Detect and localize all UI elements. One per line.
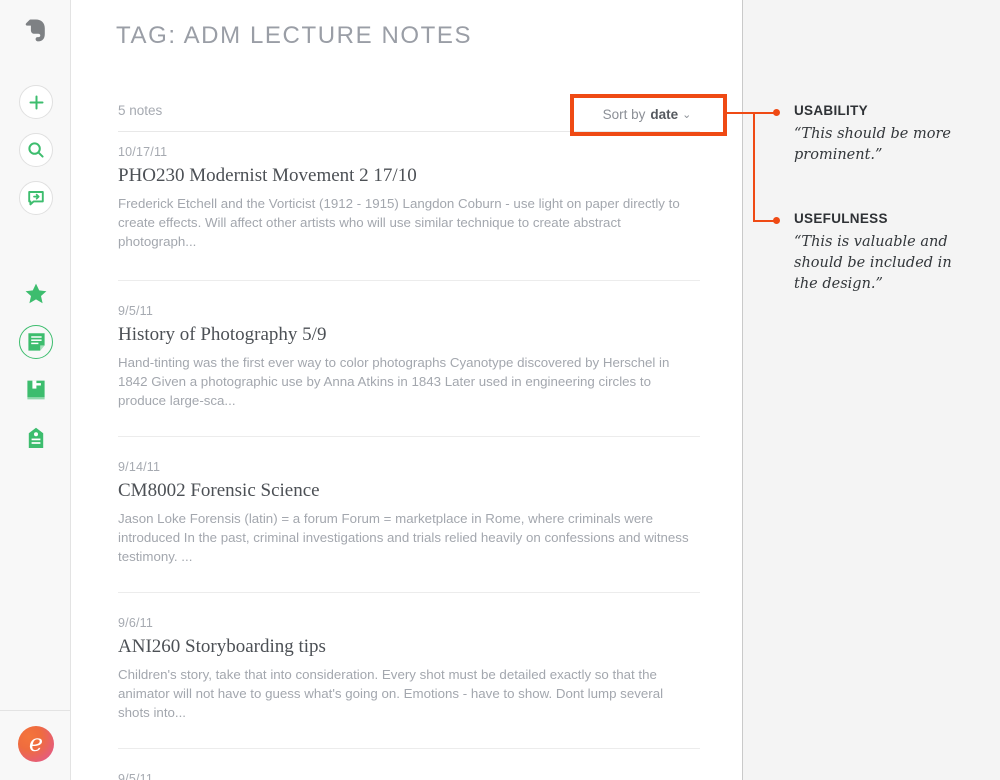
annotation-usefulness: USEFULNESS “This is valuable and should …	[794, 211, 974, 295]
note-title: History of Photography 5/9	[118, 324, 327, 345]
tag-icon	[28, 427, 44, 448]
search-icon	[28, 142, 44, 158]
sidebar-item-tags[interactable]	[21, 423, 51, 453]
note-title: PHO230 Modernist Movement 2 17/10	[118, 165, 417, 186]
note-date: 9/6/11	[118, 616, 154, 630]
sort-by-label: Sort by	[602, 106, 646, 122]
evernote-elephant-logo[interactable]	[19, 13, 53, 47]
left-sidebar: e	[0, 0, 71, 780]
sidebar-item-share[interactable]	[19, 181, 53, 215]
sidebar-item-notes[interactable]	[19, 325, 53, 359]
note-icon	[27, 333, 45, 351]
note-title: ANI260 Storyboarding tips	[118, 636, 326, 657]
sidebar-divider	[0, 710, 70, 711]
share-arrow-icon	[28, 191, 44, 206]
sidebar-item-new-note[interactable]	[19, 85, 53, 119]
sidebar-item-shortcuts[interactable]	[21, 279, 51, 309]
sort-by-value: date	[650, 106, 679, 122]
sidebar-item-notebooks[interactable]	[21, 375, 51, 405]
note-date: 9/14/11	[118, 460, 161, 474]
note-date: 9/5/11	[118, 772, 154, 780]
note-title: CM8002 Forensic Science	[118, 480, 320, 501]
annotation-label: USEFULNESS	[794, 211, 888, 226]
annotation-label: USABILITY	[794, 103, 868, 118]
list-item[interactable]: 9/14/11 CM8002 Forensic Science Jason Lo…	[71, 437, 742, 592]
list-item[interactable]: 9/6/11 ANI260 Storyboarding tips Childre…	[71, 593, 742, 748]
sidebar-item-search[interactable]	[19, 133, 53, 167]
annotation-quote: “This should be more prominent.”	[794, 126, 951, 163]
list-item[interactable]: 9/5/11	[71, 749, 742, 780]
annotation-quote: “This is valuable and should be included…	[794, 234, 952, 292]
note-snippet: Hand-tinting was the first ever way to c…	[118, 355, 670, 408]
note-date: 10/17/11	[118, 145, 168, 159]
avatar[interactable]: e	[18, 726, 54, 762]
avatar-glyph: e	[28, 729, 44, 757]
star-icon	[25, 283, 47, 304]
note-list: 10/17/11 PHO230 Modernist Movement 2 17/…	[71, 145, 742, 780]
list-item[interactable]: 9/5/11 History of Photography 5/9 Hand-t…	[71, 281, 742, 436]
list-item[interactable]: 10/17/11 PHO230 Modernist Movement 2 17/…	[71, 145, 742, 280]
chevron-down-icon: ⌄	[682, 108, 692, 121]
notebook-icon	[27, 380, 45, 400]
note-snippet: Jason Loke Forensis (latin) = a forum Fo…	[118, 511, 689, 564]
sort-by-dropdown[interactable]: Sort by date ⌄	[574, 100, 720, 128]
page-title: TAG: ADM LECTURE NOTES	[116, 22, 473, 49]
note-date: 9/5/11	[118, 304, 154, 318]
note-snippet: Frederick Etchell and the Vorticist (191…	[118, 196, 680, 249]
note-snippet: Children's story, take that into conside…	[118, 667, 664, 720]
annotation-usability: USABILITY “This should be more prominent…	[794, 103, 974, 166]
toolbar-divider	[118, 131, 700, 132]
notes-count: 5 notes	[118, 103, 163, 118]
annotation-panel: USABILITY “This should be more prominent…	[742, 0, 1000, 780]
evernote-tag-view: e TAG: ADM LECTURE NOTES 5 notes Sort by…	[0, 0, 1000, 780]
plus-icon	[29, 95, 43, 109]
note-list-pane: TAG: ADM LECTURE NOTES 5 notes Sort by d…	[71, 0, 742, 780]
